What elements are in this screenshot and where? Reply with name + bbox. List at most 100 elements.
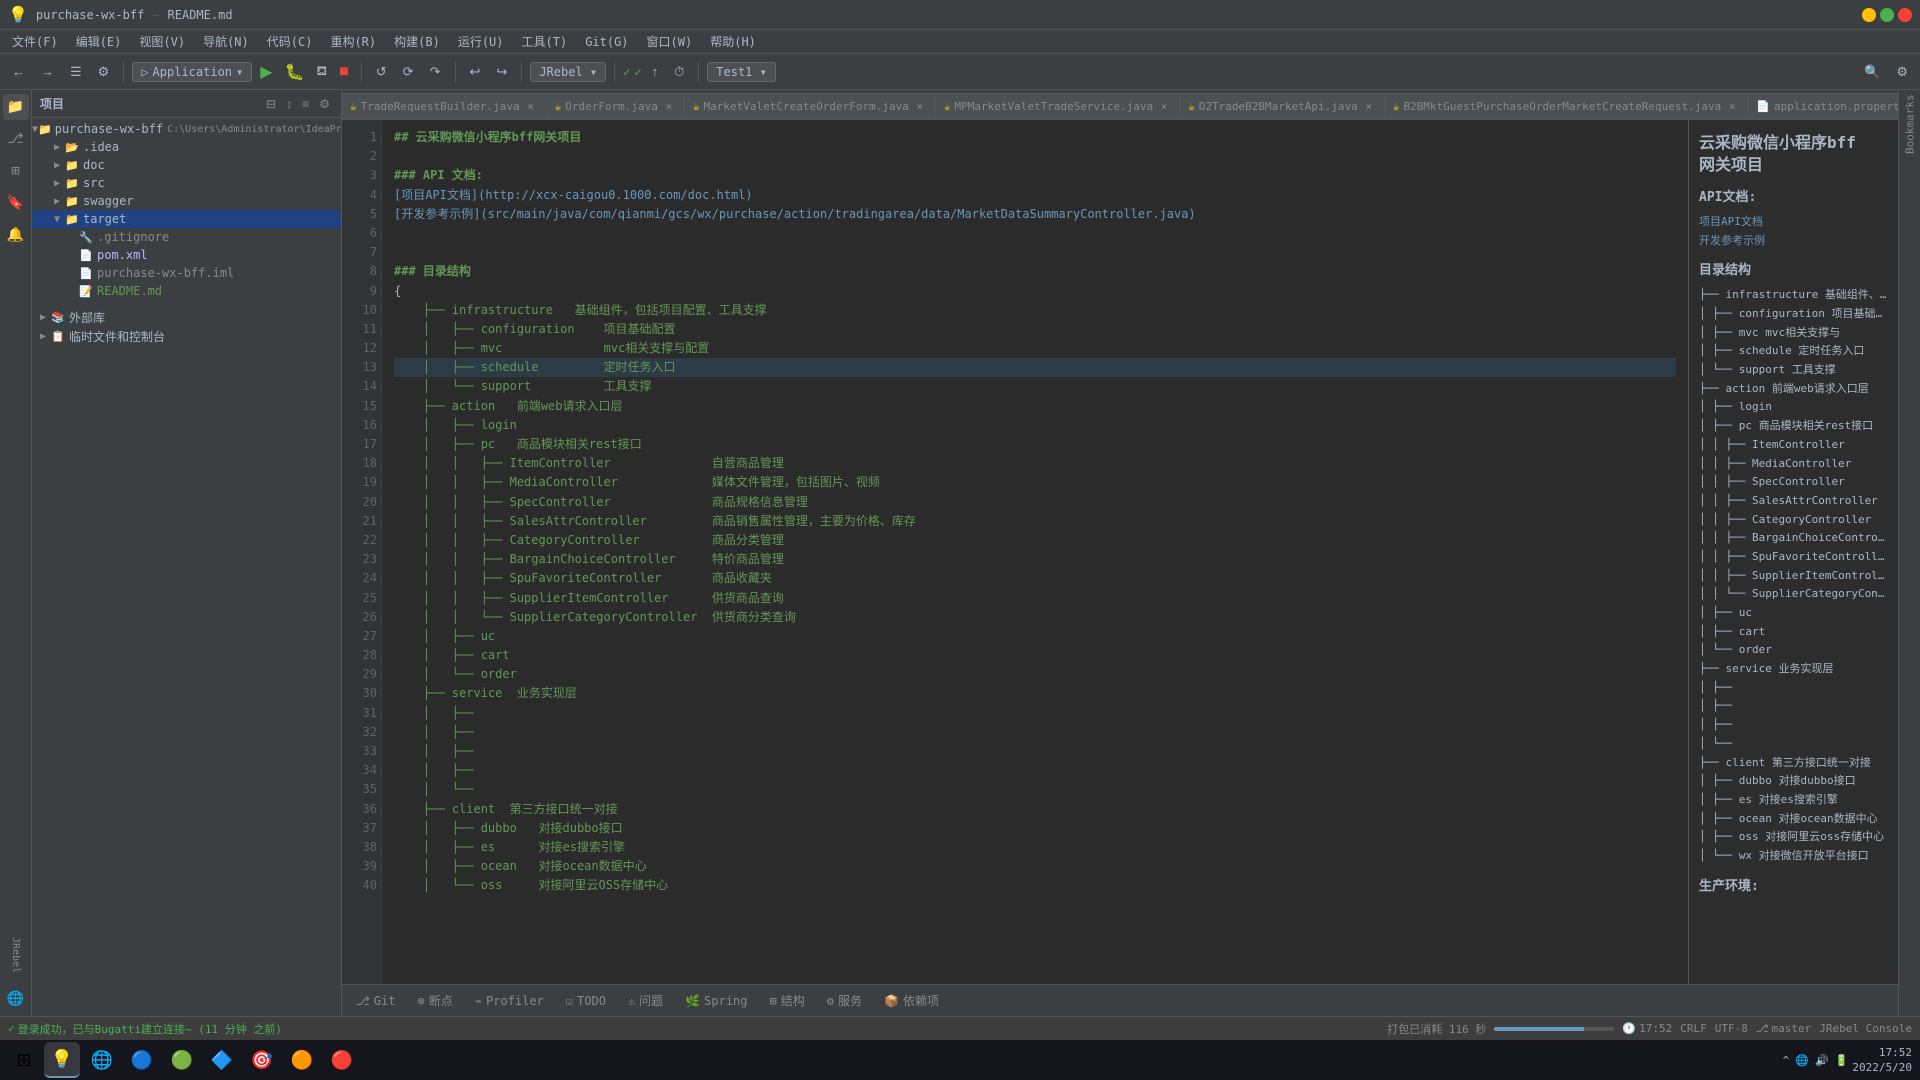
iml-label: purchase-wx-bff.iml xyxy=(97,266,234,280)
tree-scratches[interactable]: ▶ 📋 临时文件和控制台 xyxy=(32,327,341,346)
tab-close-5[interactable]: × xyxy=(1362,100,1376,114)
menu-refactor[interactable]: 重构(R) xyxy=(322,31,384,52)
code-line-1: ## 云采购微信小程序bff网关项目 xyxy=(394,128,1676,147)
src-arrow-icon: ▶ xyxy=(50,178,64,189)
tab-trade-request-builder[interactable]: ☕ TradeRequestBuilder.java × xyxy=(342,93,547,119)
tab-close-2[interactable]: × xyxy=(662,100,676,114)
code-line-28: │ ├── cart xyxy=(394,646,1676,665)
collapse-all-button[interactable]: ⊟ xyxy=(263,96,279,112)
tree-readme[interactable]: 📝 README.md xyxy=(32,282,341,300)
taskbar-app5[interactable]: 🎯 xyxy=(244,1042,280,1078)
menu-run[interactable]: 运行(U) xyxy=(450,31,512,52)
clock-icon: 🕐 xyxy=(1622,1022,1636,1035)
menu-window[interactable]: 窗口(W) xyxy=(639,31,701,52)
test-dropdown[interactable]: Test1 ▾ xyxy=(707,62,776,82)
bottom-tab-todo[interactable]: ☑ TODO xyxy=(556,991,616,1011)
taskbar-edge[interactable]: 🌐 xyxy=(84,1042,120,1078)
tree-iml[interactable]: 📄 purchase-wx-bff.iml xyxy=(32,264,341,282)
tab-b2b-mkt[interactable]: ☕ B2BMktGuestPurchaseOrderMarketCreateRe… xyxy=(1385,93,1749,119)
forward-button[interactable]: → xyxy=(35,61,60,82)
tree-idea[interactable]: ▶ 📂 .idea xyxy=(32,138,341,156)
tab-d2trade[interactable]: ☕ D2TradeB2BMarketApi.java × xyxy=(1180,93,1385,119)
maximize-button[interactable] xyxy=(1880,8,1894,22)
menu-navigate[interactable]: 导航(N) xyxy=(195,31,257,52)
bookmark-panel-icon[interactable]: 🔖 xyxy=(3,190,29,216)
right-api-link1[interactable]: 项目API文档 xyxy=(1699,213,1888,232)
menu-code[interactable]: 代码(C) xyxy=(259,31,321,52)
bottom-tab-profiler[interactable]: ⌁ Profiler xyxy=(465,991,554,1011)
menu-help[interactable]: 帮助(H) xyxy=(702,31,764,52)
menu-edit[interactable]: 编辑(E) xyxy=(68,31,130,52)
taskbar-app6[interactable]: 🟠 xyxy=(284,1042,320,1078)
build-button[interactable]: ⚙ xyxy=(92,61,116,83)
tree-doc[interactable]: ▶ 📁 doc xyxy=(32,156,341,174)
bottom-tab-services[interactable]: ⚙ 服务 xyxy=(817,989,872,1012)
tree-target[interactable]: ▼ 📁 target xyxy=(32,210,341,228)
breakpoints-label: 断点 xyxy=(429,992,453,1009)
close-button[interactable] xyxy=(1898,8,1912,22)
tree-swagger[interactable]: ▶ 📁 swagger xyxy=(32,192,341,210)
taskbar-app7[interactable]: 🔴 xyxy=(324,1042,360,1078)
notification-panel-icon[interactable]: 🔔 xyxy=(3,222,29,248)
tab-close-6[interactable]: × xyxy=(1725,100,1739,114)
jrebel-side-icon[interactable]: JRebel xyxy=(3,930,29,980)
update-button[interactable]: ⟳ xyxy=(397,61,420,83)
bottom-tab-dependencies[interactable]: 📦 依赖项 xyxy=(874,989,949,1012)
tab-order-form[interactable]: ☕ OrderForm.java × xyxy=(547,93,685,119)
tree-root[interactable]: ▼ 📁 purchase-wx-bff C:\Users\Administrat… xyxy=(32,120,341,138)
web-panel-icon[interactable]: 🌐 xyxy=(3,986,29,1012)
reload-button[interactable]: ↺ xyxy=(370,61,393,83)
tree-external-libs[interactable]: ▶ 📚 外部库 xyxy=(32,308,341,327)
jrebel-dropdown[interactable]: JRebel ▾ xyxy=(530,62,606,82)
menu-tools[interactable]: 工具(T) xyxy=(514,31,576,52)
windows-start-button[interactable]: ⊞ xyxy=(8,1044,40,1076)
back-button[interactable]: ← xyxy=(6,61,31,82)
tree-src[interactable]: ▶ 📁 src xyxy=(32,174,341,192)
tree-pom[interactable]: 📄 pom.xml xyxy=(32,246,341,264)
git-history-button[interactable]: ⏱ xyxy=(668,61,690,83)
commit-panel-icon[interactable]: ⎇ xyxy=(3,126,29,152)
ext-libs-label: 外部库 xyxy=(69,309,105,326)
code-area[interactable]: ## 云采购微信小程序bff网关项目 ### API 文档: [项目API文档]… xyxy=(382,120,1688,984)
bottom-tab-git[interactable]: ⎇ Git xyxy=(346,991,406,1011)
redo-button[interactable]: ↪ xyxy=(490,61,513,83)
debug-button[interactable]: 🐛 xyxy=(281,60,309,84)
tree-gitignore[interactable]: 🔧 .gitignore xyxy=(32,228,341,246)
taskbar-app3[interactable]: 🟢 xyxy=(164,1042,200,1078)
run-button[interactable]: ▶ xyxy=(256,60,276,84)
menu-view[interactable]: 视图(V) xyxy=(131,31,193,52)
settings-button[interactable]: ⚙ xyxy=(1890,61,1914,83)
bottom-tab-problems[interactable]: ⚠ 问题 xyxy=(618,989,673,1012)
bottom-tab-spring[interactable]: 🌿 Spring xyxy=(675,991,757,1011)
tab-close-4[interactable]: × xyxy=(1157,100,1171,114)
app-config-dropdown[interactable]: ▷ Application ▾ xyxy=(132,62,252,82)
menu-build[interactable]: 构建(B) xyxy=(386,31,448,52)
gear-icon[interactable]: ⚙ xyxy=(316,96,333,112)
bookmarks-right-icon[interactable]: Bookmarks xyxy=(1901,94,1919,154)
git-push-button[interactable]: ↑ xyxy=(646,61,665,82)
bottom-tab-structure[interactable]: ⊞ 结构 xyxy=(760,989,815,1012)
taskbar-app4[interactable]: 🔷 xyxy=(204,1042,240,1078)
sort-button[interactable]: ↕ xyxy=(283,96,295,112)
bottom-tab-breakpoints[interactable]: ⊗ 断点 xyxy=(408,989,463,1012)
recent-files-button[interactable]: ☰ xyxy=(64,61,88,83)
undo-button[interactable]: ↩ xyxy=(464,61,487,83)
filter-button[interactable]: ≡ xyxy=(299,96,312,112)
right-api-link2[interactable]: 开发参考示例 xyxy=(1699,232,1888,251)
structure-panel-icon[interactable]: ⊞ xyxy=(3,158,29,184)
tab-close-1[interactable]: × xyxy=(524,100,538,114)
project-panel-icon[interactable]: 📁 xyxy=(3,94,29,120)
tab-close-3[interactable]: × xyxy=(913,100,927,114)
step-button[interactable]: ↷ xyxy=(424,61,447,83)
stop-button[interactable]: ■ xyxy=(335,61,353,83)
taskbar-intellij[interactable]: 💡 xyxy=(44,1042,80,1078)
tab-mp-market[interactable]: ☕ MPMarketValetTradeService.java × xyxy=(936,93,1180,119)
taskbar-chrome[interactable]: 🔵 xyxy=(124,1042,160,1078)
tab-app-props[interactable]: 📄 application.properties × xyxy=(1748,93,1898,119)
minimize-button[interactable] xyxy=(1862,8,1876,22)
tab-market-valet[interactable]: ☕ MarketValetCreateOrderForm.java × xyxy=(685,93,936,119)
coverage-button[interactable]: ⛾ xyxy=(313,61,332,83)
search-everywhere-button[interactable]: 🔍 xyxy=(1858,61,1886,83)
menu-git[interactable]: Git(G) xyxy=(577,33,636,51)
menu-file[interactable]: 文件(F) xyxy=(4,31,66,52)
